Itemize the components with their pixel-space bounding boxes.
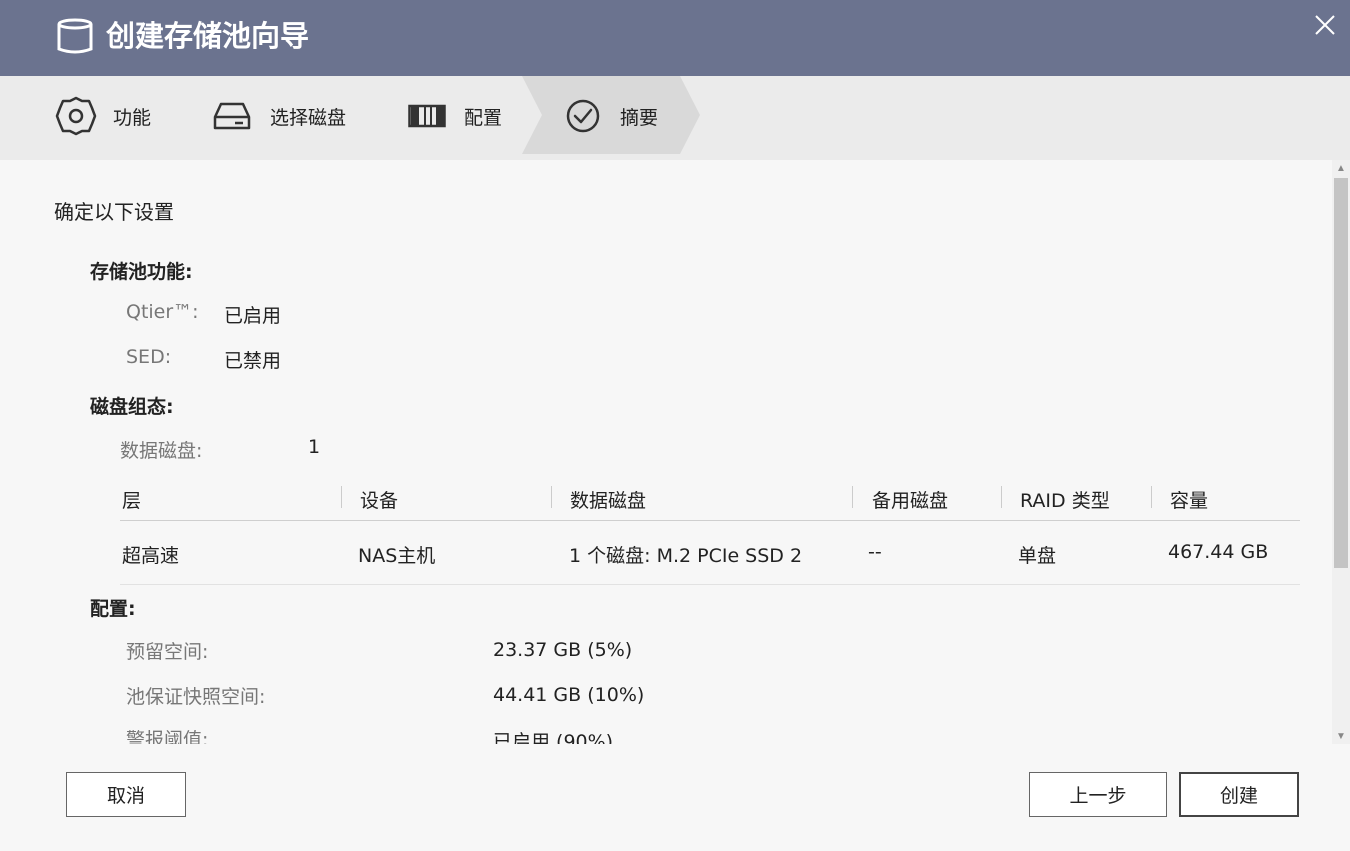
step-configure: 配置 bbox=[408, 76, 502, 156]
step-summary: 摘要 bbox=[565, 76, 658, 156]
alert-threshold-label: 警报阈值: bbox=[126, 729, 209, 744]
step-select-disks: 选择磁盘 bbox=[213, 76, 346, 156]
column-divider bbox=[852, 486, 853, 508]
table-header-divider bbox=[120, 520, 1300, 521]
table-header-tier: 层 bbox=[122, 490, 142, 512]
reserved-space-label: 预留空间: bbox=[126, 641, 209, 663]
step-label: 选择磁盘 bbox=[270, 106, 347, 129]
scroll-down-arrow-icon[interactable]: ▼ bbox=[1332, 728, 1350, 744]
step-label: 配置 bbox=[464, 106, 503, 129]
table-header-raid-type: RAID 类型 bbox=[1020, 490, 1110, 512]
configuration-title: 配置: bbox=[90, 598, 136, 620]
scroll-up-arrow-icon[interactable]: ▲ bbox=[1332, 160, 1350, 176]
table-header-data-disks: 数据磁盘 bbox=[570, 490, 647, 512]
column-divider bbox=[341, 486, 342, 508]
table-cell-data-disks: 1 个磁盘: M.2 PCIe SSD 2 bbox=[569, 545, 803, 567]
gear-icon bbox=[55, 96, 97, 136]
table-row-divider bbox=[120, 584, 1300, 585]
snapshot-space-label: 池保证快照空间: bbox=[126, 686, 266, 708]
create-button[interactable]: 创建 bbox=[1179, 772, 1299, 817]
table-cell-raid-type: 单盘 bbox=[1018, 545, 1057, 567]
snapshot-space-value: 44.41 GB (10%) bbox=[493, 684, 645, 706]
table-cell-tier: 超高速 bbox=[122, 545, 180, 567]
window-titlebar: 创建存储池向导 bbox=[0, 0, 1350, 76]
check-circle-icon bbox=[566, 99, 600, 133]
step-label: 功能 bbox=[113, 106, 152, 129]
scroll-thumb[interactable] bbox=[1334, 178, 1348, 568]
window-title: 创建存储池向导 bbox=[106, 19, 310, 53]
column-divider bbox=[551, 486, 552, 508]
qtier-value: 已启用 bbox=[224, 305, 282, 327]
scrollbar[interactable]: ▲ ▼ bbox=[1332, 160, 1350, 744]
table-cell-device: NAS主机 bbox=[358, 545, 436, 567]
alert-threshold-value: 已启用 (90%) bbox=[493, 731, 614, 744]
disk-config-title: 磁盘组态: bbox=[90, 396, 174, 418]
wizard-steps: 功能 选择磁盘 配置 摘要 bbox=[0, 76, 1350, 160]
database-icon bbox=[57, 18, 93, 54]
column-divider bbox=[1151, 486, 1152, 508]
reserved-space-value: 23.37 GB (5%) bbox=[493, 639, 633, 661]
cancel-button[interactable]: 取消 bbox=[66, 772, 186, 817]
sed-label: SED: bbox=[126, 346, 172, 368]
back-button[interactable]: 上一步 bbox=[1029, 772, 1167, 817]
summary-heading: 确定以下设置 bbox=[54, 200, 174, 224]
raid-icon bbox=[408, 104, 446, 128]
qtier-label: Qtier™: bbox=[126, 301, 199, 323]
disk-icon bbox=[213, 102, 251, 130]
pool-features-title: 存储池功能: bbox=[90, 261, 193, 283]
close-icon[interactable] bbox=[1310, 10, 1340, 40]
table-header-device: 设备 bbox=[360, 490, 399, 512]
step-features: 功能 bbox=[55, 76, 151, 156]
table-cell-spare-disks: -- bbox=[868, 541, 882, 563]
sed-value: 已禁用 bbox=[224, 350, 282, 372]
column-divider bbox=[1001, 486, 1002, 508]
summary-content[interactable]: 确定以下设置 存储池功能: Qtier™: 已启用 SED: 已禁用 磁盘组态:… bbox=[0, 160, 1332, 744]
step-label: 摘要 bbox=[620, 106, 659, 129]
data-disks-value: 1 bbox=[308, 436, 321, 458]
data-disks-label: 数据磁盘: bbox=[120, 440, 203, 462]
table-cell-capacity: 467.44 GB bbox=[1168, 541, 1269, 563]
table-header-capacity: 容量 bbox=[1170, 490, 1209, 512]
table-header-spare-disks: 备用磁盘 bbox=[872, 490, 949, 512]
